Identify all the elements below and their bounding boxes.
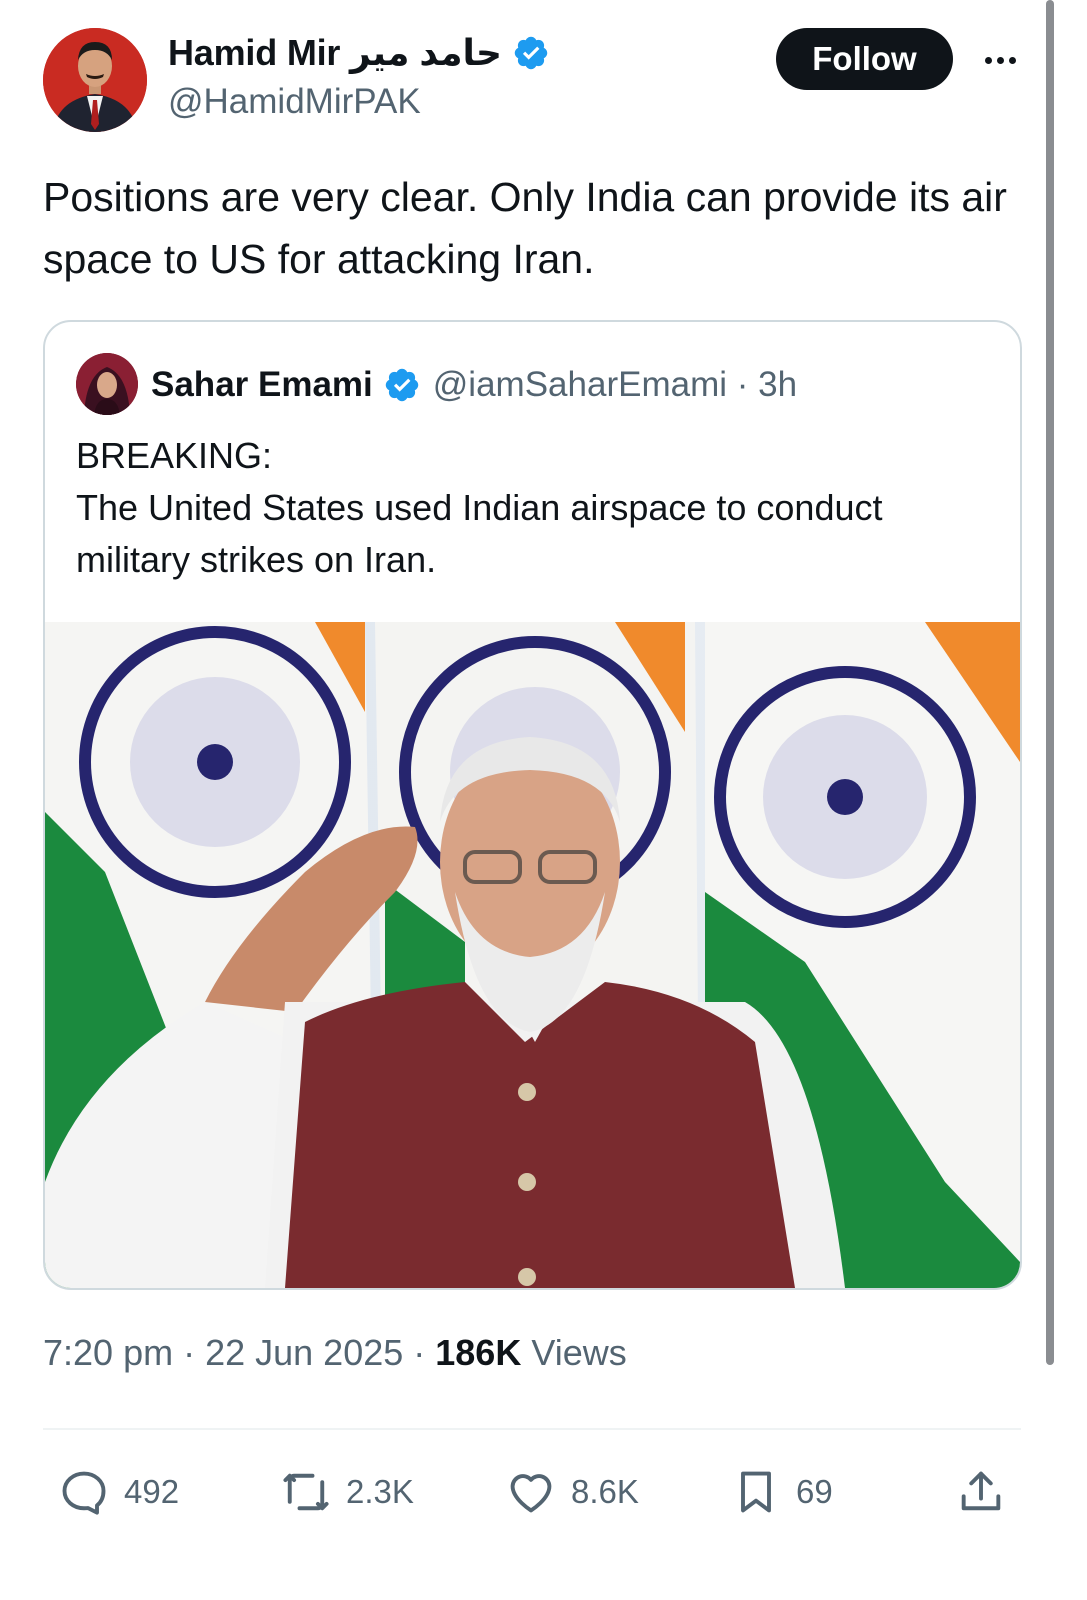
verified-badge-icon (514, 36, 548, 70)
divider (43, 1428, 1021, 1430)
views-label: Views (521, 1332, 627, 1373)
quoted-time: · 3h (736, 365, 798, 404)
author-name-row: Hamid Mir حامد میر (168, 30, 550, 76)
views-count: 186K (435, 1332, 522, 1373)
quoted-text: BREAKING: The United States used Indian … (76, 430, 996, 586)
bookmark-count: 69 (796, 1473, 833, 1510)
reply-count: 492 (124, 1473, 180, 1510)
more-dots-icon (984, 56, 992, 64)
author-name[interactable]: Hamid Mir حامد میر (168, 32, 502, 74)
like-count: 8.6K (571, 1473, 639, 1510)
author-handle[interactable]: @HamidMirPAK (168, 82, 421, 122)
heart-icon (510, 1474, 552, 1513)
tweet-time[interactable]: 7:20 pm (43, 1332, 173, 1373)
quoted-text-line1: BREAKING: (76, 435, 273, 476)
quoted-author-name[interactable]: Sahar Emami (151, 365, 373, 405)
bookmark-button[interactable]: 69 (730, 1462, 833, 1522)
repost-button[interactable]: 2.3K (280, 1462, 414, 1522)
quoted-author-avatar[interactable] (76, 353, 138, 415)
tweet-text: Positions are very clear. Only India can… (43, 174, 1007, 282)
repost-icon (283, 1473, 329, 1511)
quoted-text-line2: The United States used Indian airspace t… (76, 487, 883, 580)
author-avatar[interactable] (43, 28, 147, 132)
more-options-button[interactable] (978, 40, 1022, 80)
follow-button[interactable]: Follow (776, 28, 953, 90)
quoted-header: Sahar Emami @iamSaharEmami · 3h (151, 360, 797, 410)
share-button[interactable] (955, 1462, 1007, 1522)
reply-icon (62, 1471, 106, 1515)
bookmark-icon (741, 1471, 771, 1513)
reply-button[interactable]: 492 (58, 1462, 179, 1522)
quoted-author-handle[interactable]: @iamSaharEmami (433, 365, 727, 405)
scrollbar[interactable] (1046, 0, 1054, 1365)
verified-badge-icon (385, 368, 419, 402)
share-icon (961, 1471, 1001, 1511)
tweet-date[interactable]: 22 Jun 2025 (205, 1332, 403, 1373)
quoted-photo[interactable] (45, 622, 1020, 1288)
tweet-meta: 7:20 pm · 22 Jun 2025 · 186K Views (43, 1332, 627, 1373)
repost-count: 2.3K (346, 1473, 414, 1510)
like-button[interactable]: 8.6K (505, 1462, 639, 1522)
quoted-tweet-card[interactable]: Sahar Emami @iamSaharEmami · 3h BREAKING… (43, 320, 1022, 1290)
